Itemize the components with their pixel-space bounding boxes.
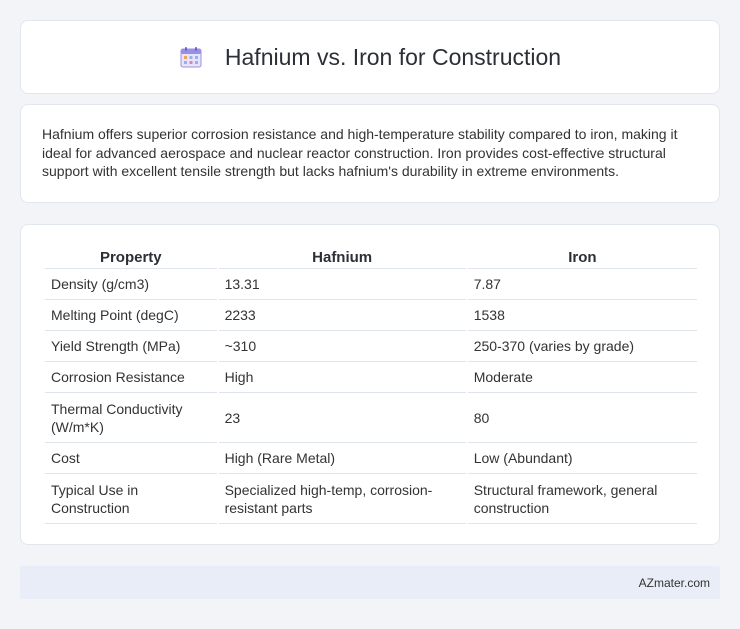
table-header-row: Property Hafnium Iron xyxy=(45,245,697,269)
table-row: Melting Point (degC) 2233 1538 xyxy=(45,300,697,331)
cell-property: Melting Point (degC) xyxy=(45,300,217,331)
cell-property: Cost xyxy=(45,443,217,474)
cell-hafnium: Specialized high-temp, corrosion-resista… xyxy=(218,474,466,524)
cell-property: Density (g/cm3) xyxy=(45,269,217,300)
cell-iron: 250-370 (varies by grade) xyxy=(467,331,697,362)
cell-hafnium: ~310 xyxy=(218,331,466,362)
table-row: Corrosion Resistance High Moderate xyxy=(45,362,697,393)
cell-iron: 80 xyxy=(467,393,697,443)
cell-hafnium: 13.31 xyxy=(218,269,466,300)
footer-source[interactable]: AZmater.com xyxy=(639,576,710,590)
comparison-table: Property Hafnium Iron Density (g/cm3) 13… xyxy=(43,245,699,524)
summary-card: Hafnium offers superior corrosion resist… xyxy=(20,104,720,203)
table-row: Thermal Conductivity (W/m*K) 23 80 xyxy=(45,393,697,443)
table-row: Yield Strength (MPa) ~310 250-370 (varie… xyxy=(45,331,697,362)
title-card: Hafnium vs. Iron for Construction xyxy=(20,20,720,94)
page-title: Hafnium vs. Iron for Construction xyxy=(224,43,562,70)
cell-hafnium: 2233 xyxy=(218,300,466,331)
table-row: Cost High (Rare Metal) Low (Abundant) xyxy=(45,443,697,474)
cell-hafnium: 23 xyxy=(218,393,466,443)
cell-iron: 7.87 xyxy=(467,269,697,300)
table-row: Density (g/cm3) 13.31 7.87 xyxy=(45,269,697,300)
cell-iron: Low (Abundant) xyxy=(467,443,697,474)
summary-text: Hafnium offers superior corrosion resist… xyxy=(42,126,678,179)
cell-property: Thermal Conductivity (W/m*K) xyxy=(45,393,217,443)
comparison-card: Property Hafnium Iron Density (g/cm3) 13… xyxy=(20,224,720,545)
cell-property: Typical Use in Construction xyxy=(45,474,217,524)
cell-iron: 1538 xyxy=(467,300,697,331)
cell-iron: Structural framework, general constructi… xyxy=(467,474,697,524)
cell-property: Yield Strength (MPa) xyxy=(45,331,217,362)
cell-hafnium: High xyxy=(218,362,466,393)
cell-iron: Moderate xyxy=(467,362,697,393)
header-iron: Iron xyxy=(467,245,697,269)
footer: AZmater.com xyxy=(20,566,720,599)
calendar-icon xyxy=(179,45,203,69)
cell-hafnium: High (Rare Metal) xyxy=(218,443,466,474)
header-hafnium: Hafnium xyxy=(218,245,466,269)
header-property: Property xyxy=(45,245,217,269)
table-row: Typical Use in Construction Specialized … xyxy=(45,474,697,524)
cell-property: Corrosion Resistance xyxy=(45,362,217,393)
title-wrap: Hafnium vs. Iron for Construction xyxy=(179,44,561,71)
